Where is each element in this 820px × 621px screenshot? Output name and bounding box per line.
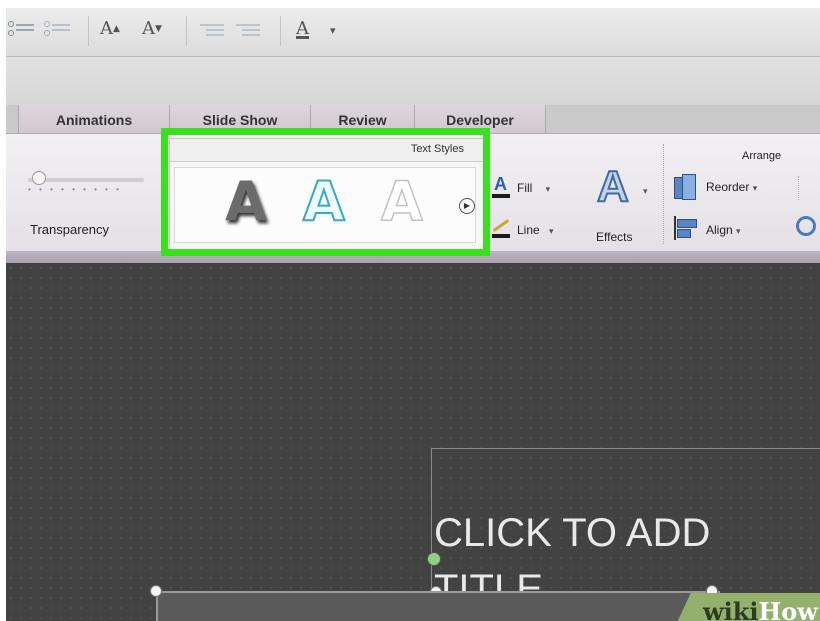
up-triangle-icon: ▲ xyxy=(113,24,120,34)
rotation-handle[interactable] xyxy=(427,552,441,566)
group-divider xyxy=(663,144,664,244)
align-label: Align xyxy=(706,223,733,237)
format-toolbar: A▲ A▼ A ▾ xyxy=(6,8,820,57)
toolbar-divider xyxy=(280,16,281,46)
toolbar-divider xyxy=(186,16,187,46)
effects-dropdown-icon[interactable]: ▾ xyxy=(643,186,648,197)
transparency-label: Transparency xyxy=(30,222,109,237)
increase-font-glyph: A xyxy=(100,18,113,39)
font-color-dropdown-icon[interactable]: ▾ xyxy=(330,24,336,37)
watermark-wiki: wiki xyxy=(703,597,759,621)
reorder-icon[interactable] xyxy=(674,174,700,200)
increase-indent-icon[interactable] xyxy=(234,21,260,41)
font-color-button[interactable]: A xyxy=(296,18,309,39)
line-label: Line xyxy=(517,223,540,237)
line-button[interactable]: Line ▾ xyxy=(517,223,554,237)
reorder-dropdown-icon: ▾ xyxy=(752,183,758,193)
text-styles-highlight-box xyxy=(161,128,490,256)
bulleted-list-icon[interactable] xyxy=(8,21,34,41)
arrange-heading: Arrange xyxy=(742,150,782,162)
tab-animations[interactable]: Animations xyxy=(18,105,170,133)
toolbar-spacer xyxy=(6,57,820,105)
align-dropdown-icon: ▾ xyxy=(736,226,741,236)
numbered-list-icon[interactable] xyxy=(44,21,70,41)
resize-handle[interactable] xyxy=(150,585,162,597)
line-dropdown-icon: ▾ xyxy=(549,226,554,236)
toolbar-divider xyxy=(88,16,89,46)
decrease-font-glyph: A xyxy=(142,18,155,39)
fill-dropdown-icon: ▾ xyxy=(545,184,551,194)
effects-icon[interactable]: A xyxy=(596,161,630,212)
effects-label: Effects xyxy=(596,230,633,244)
rotate-icon[interactable] xyxy=(796,216,816,236)
transparency-slider-knob[interactable] xyxy=(32,171,46,185)
slider-ticks: • • • • • • • • • xyxy=(28,185,122,194)
watermark-how: How xyxy=(758,597,818,621)
decrease-indent-icon[interactable] xyxy=(198,21,224,41)
wikihow-watermark: wikiHow xyxy=(703,597,818,621)
reorder-label: Reorder xyxy=(706,180,750,194)
align-button[interactable]: Align ▾ xyxy=(706,223,741,237)
reorder-button[interactable]: Reorder ▾ xyxy=(706,180,757,194)
align-icon[interactable] xyxy=(674,216,700,240)
down-triangle-icon: ▼ xyxy=(155,24,162,34)
fill-icon[interactable]: A xyxy=(490,174,512,198)
increase-font-size-button[interactable]: A▲ xyxy=(100,18,120,39)
fill-button[interactable]: Fill ▾ xyxy=(517,181,550,195)
fill-label: Fill xyxy=(517,181,533,195)
group-button-icon[interactable] xyxy=(798,176,799,200)
app-window: A▲ A▼ A ▾ Animations Slide Show Review D… xyxy=(6,8,820,621)
decrease-font-size-button[interactable]: A▼ xyxy=(142,18,162,39)
line-pen-icon[interactable] xyxy=(490,216,512,238)
subtitle-placeholder-box[interactable] xyxy=(156,591,720,621)
